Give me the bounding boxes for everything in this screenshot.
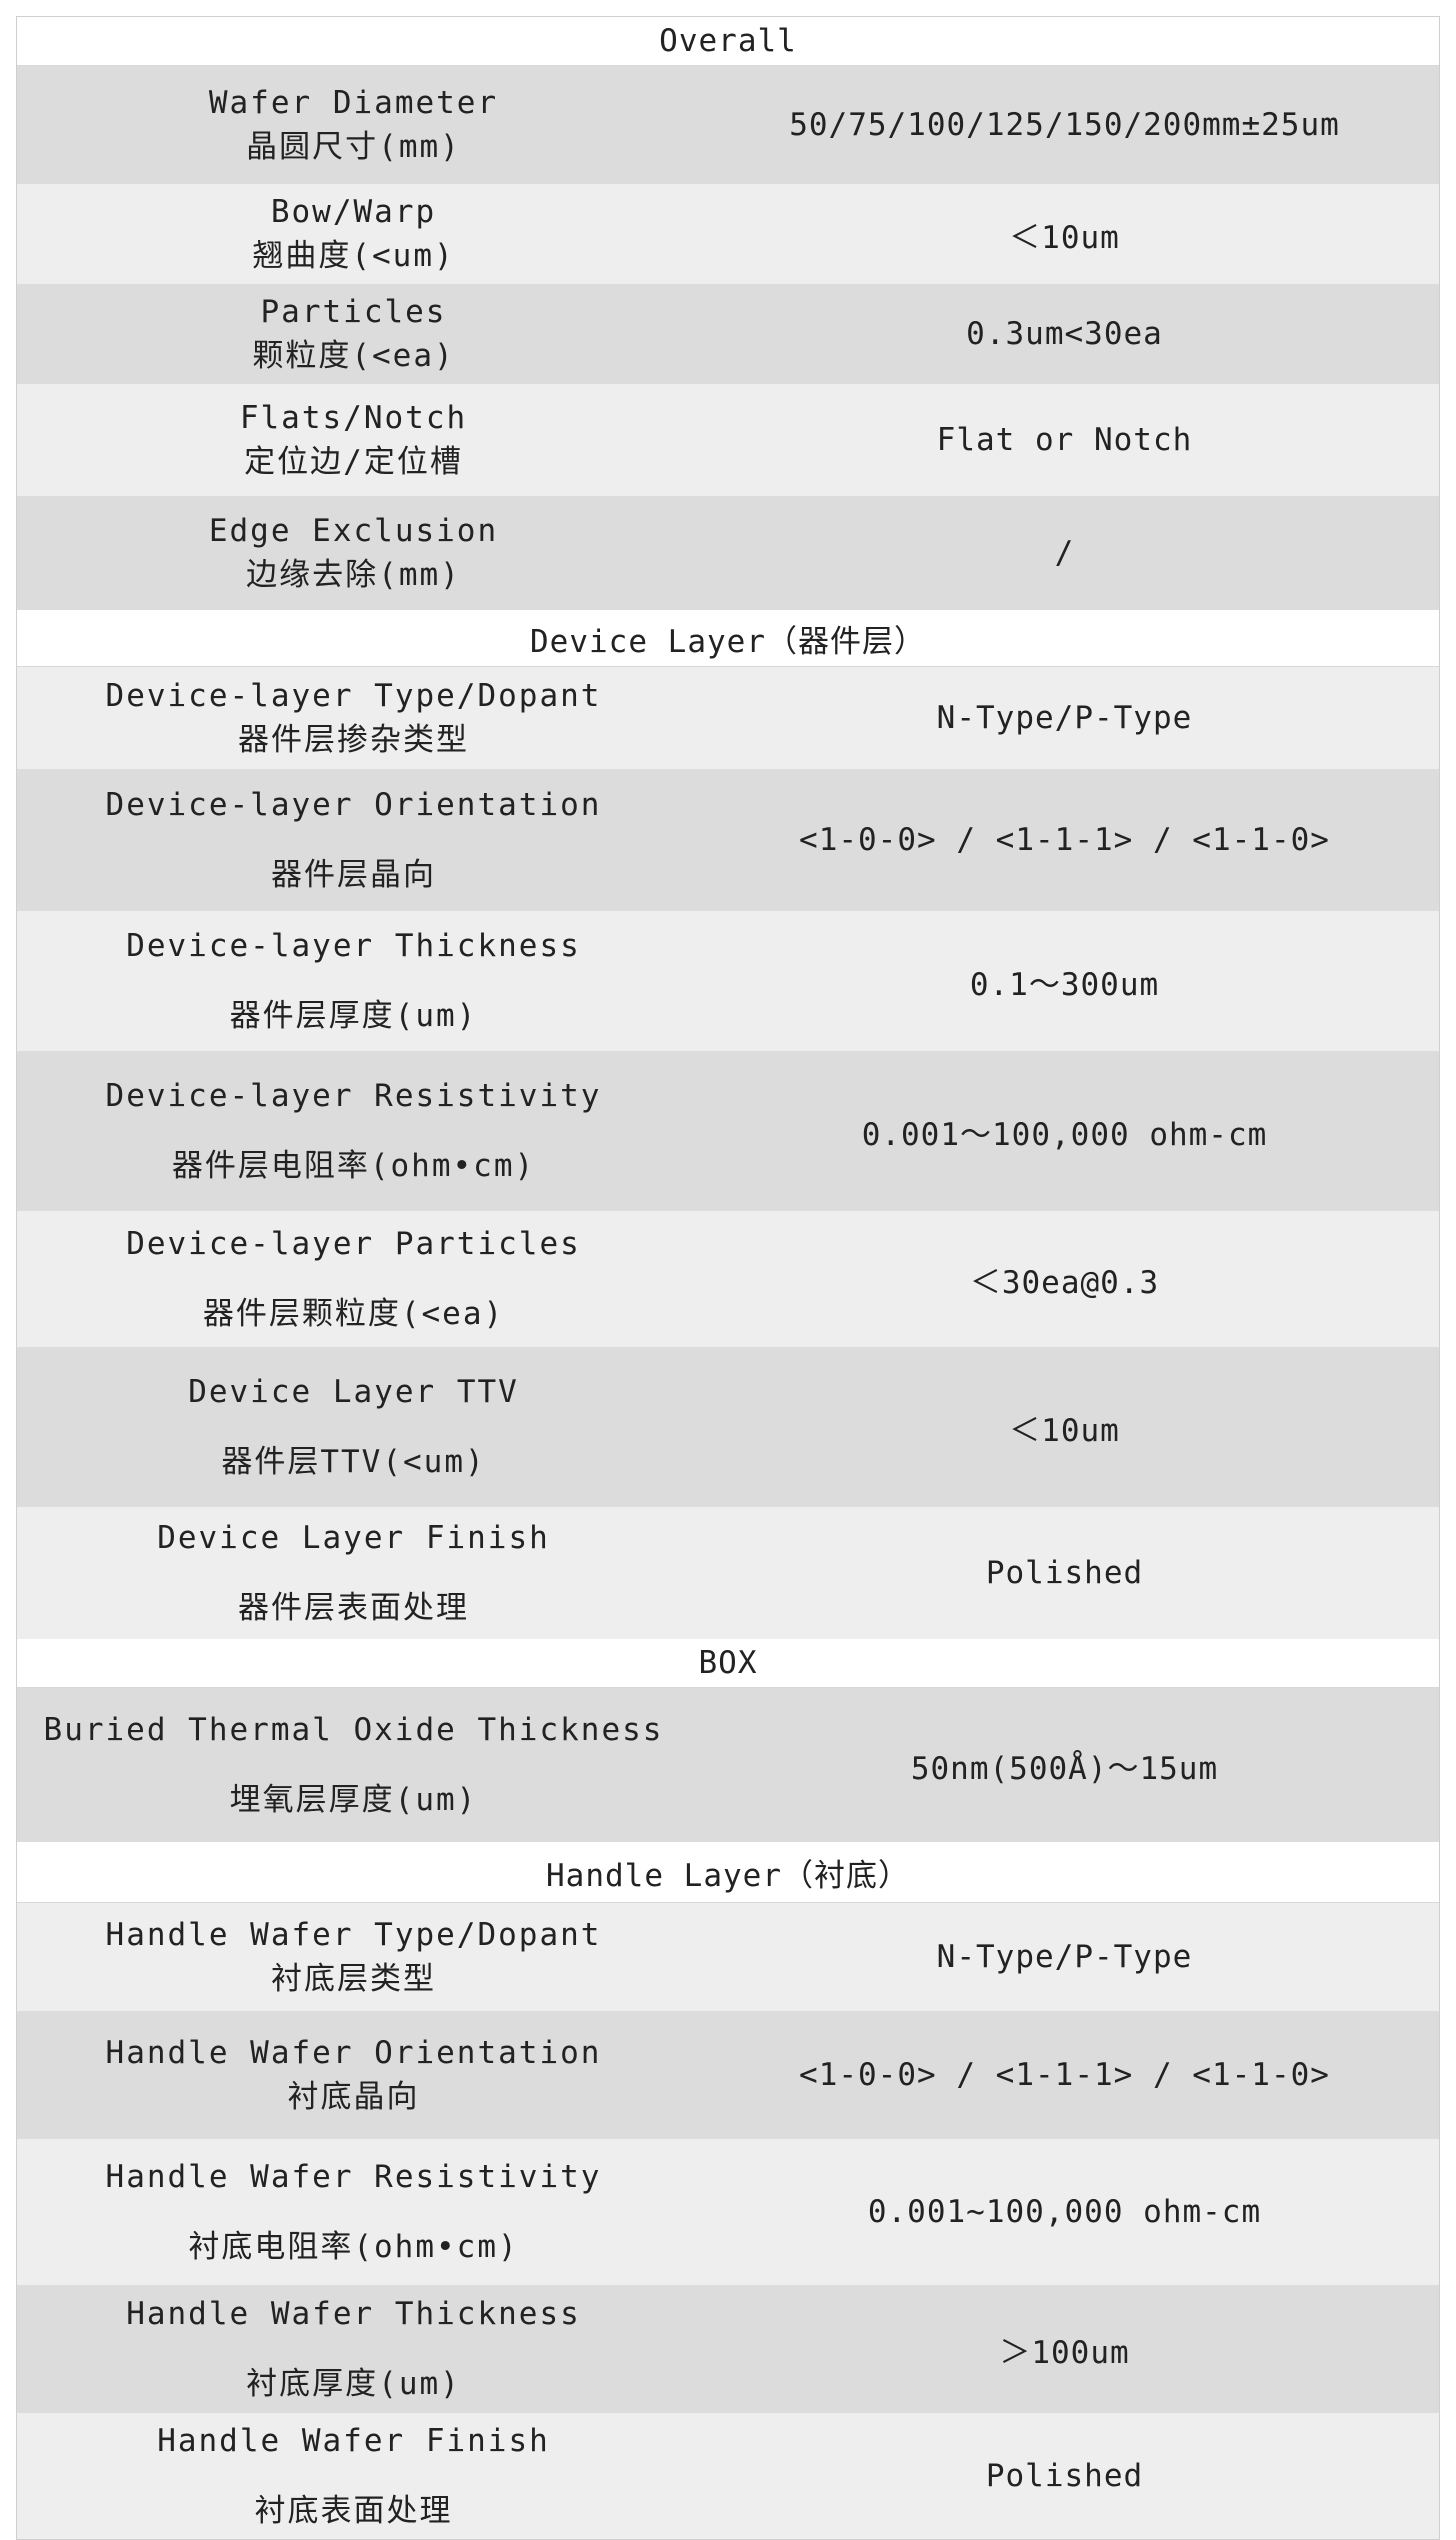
table-row: Handle Wafer Type/Dopant 衬底层类型 N-Type/P-… <box>17 1903 1439 2011</box>
row-label: Device-layer Thickness 器件层厚度(um) <box>17 926 690 1037</box>
label-cn: 器件层颗粒度(<ea) <box>202 1296 505 1332</box>
label-en: Bow/Warp <box>270 193 437 230</box>
row-value: <1-0-0> / <1-1-1> / <1-1-0> <box>799 2057 1330 2093</box>
spec-table: Overall Wafer Diameter 晶圆尺寸(mm) 50/75/10… <box>16 16 1440 2540</box>
label-en: Wafer Diameter <box>208 84 499 121</box>
row-value: N-Type/P-Type <box>936 700 1193 736</box>
row-label: Device Layer TTV 器件层TTV(<um) <box>17 1372 690 1483</box>
table-row: Handle Wafer Thickness 衬底厚度(um) ＞100um <box>17 2285 1439 2413</box>
row-value: ＞100um <box>999 2334 1130 2371</box>
label-cn: 器件层表面处理 <box>238 1590 469 1626</box>
row-value: ＜30ea@0.3 <box>969 1264 1160 1301</box>
row-value: N-Type/P-Type <box>936 1939 1193 1975</box>
label-cn: 器件层掺杂类型 <box>238 722 469 758</box>
row-value: 50/75/100/125/150/200mm±25um <box>789 107 1340 143</box>
label-cn: 翘曲度(<um) <box>252 238 455 274</box>
table-row: Buried Thermal Oxide Thickness 埋氧层厚度(um)… <box>17 1688 1439 1842</box>
label-en: Device Layer TTV <box>188 1373 519 1410</box>
table-row: Particles 颗粒度(<ea) 0.3um<30ea <box>17 284 1439 384</box>
table-row: Flats/Notch 定位边/定位槽 Flat or Notch <box>17 384 1439 496</box>
section-header-handle-layer: Handle Layer（衬底） <box>17 1842 1439 1903</box>
label-en: Device Layer Finish <box>157 1519 550 1556</box>
label-cn: 衬底层类型 <box>271 1961 436 1997</box>
label-cn: 颗粒度(<ea) <box>252 338 455 374</box>
table-row: Device-layer Type/Dopant 器件层掺杂类型 N-Type/… <box>17 667 1439 769</box>
row-label: Handle Wafer Finish 衬底表面处理 <box>17 2421 690 2532</box>
label-en: Handle Wafer Orientation <box>105 2034 602 2071</box>
row-label: Edge Exclusion 边缘去除(mm) <box>17 511 690 596</box>
row-label: Device-layer Resistivity 器件层电阻率(ohm•cm) <box>17 1076 690 1187</box>
row-value: / <box>1054 535 1075 571</box>
row-value: ＜10um <box>1009 1412 1120 1449</box>
table-row: Edge Exclusion 边缘去除(mm) / <box>17 496 1439 610</box>
row-label: Bow/Warp 翘曲度(<um) <box>17 192 690 277</box>
table-row: Handle Wafer Orientation 衬底晶向 <1-0-0> / … <box>17 2011 1439 2139</box>
label-cn: 衬底电阻率(ohm•cm) <box>188 2229 519 2265</box>
row-value: 0.001～100,000 ohm-cm <box>861 1116 1268 1153</box>
label-cn: 器件层TTV(<um) <box>221 1444 486 1480</box>
label-cn: 衬底晶向 <box>287 2079 420 2115</box>
row-label: Handle Wafer Thickness 衬底厚度(um) <box>17 2294 690 2405</box>
label-en: Handle Wafer Finish <box>157 2422 550 2459</box>
row-label: Wafer Diameter 晶圆尺寸(mm) <box>17 83 690 168</box>
row-value: 50nm(500Å)～15um <box>910 1750 1219 1787</box>
label-cn: 晶圆尺寸(mm) <box>246 129 461 165</box>
row-label: Handle Wafer Orientation 衬底晶向 <box>17 2033 690 2118</box>
row-label: Device Layer Finish 器件层表面处理 <box>17 1518 690 1629</box>
label-en: Particles <box>260 293 447 330</box>
row-value: 0.001~100,000 ohm-cm <box>867 2194 1262 2230</box>
row-value: ＜10um <box>1009 219 1120 256</box>
row-label: Flats/Notch 定位边/定位槽 <box>17 398 690 483</box>
row-label: Handle Wafer Resistivity 衬底电阻率(ohm•cm) <box>17 2157 690 2268</box>
table-row: Device Layer TTV 器件层TTV(<um) ＜10um <box>17 1347 1439 1507</box>
label-en: Handle Wafer Resistivity <box>105 2158 602 2195</box>
table-row: Device-layer Particles 器件层颗粒度(<ea) ＜30ea… <box>17 1211 1439 1347</box>
label-en: Device-layer Resistivity <box>105 1077 602 1114</box>
label-cn: 边缘去除(mm) <box>246 557 461 593</box>
row-value: <1-0-0> / <1-1-1> / <1-1-0> <box>799 822 1330 858</box>
label-en: Device-layer Orientation <box>105 786 602 823</box>
label-cn: 器件层晶向 <box>271 857 436 893</box>
row-value: Polished <box>985 1555 1144 1591</box>
row-label: Device-layer Type/Dopant 器件层掺杂类型 <box>17 676 690 761</box>
row-label: Device-layer Particles 器件层颗粒度(<ea) <box>17 1224 690 1335</box>
section-header-box: BOX <box>17 1639 1439 1688</box>
row-label: Particles 颗粒度(<ea) <box>17 292 690 377</box>
row-value: Flat or Notch <box>936 422 1193 458</box>
label-cn: 衬底表面处理 <box>254 2493 453 2529</box>
label-en: Edge Exclusion <box>208 512 499 549</box>
table-row: Device-layer Orientation 器件层晶向 <1-0-0> /… <box>17 769 1439 911</box>
table-row: Handle Wafer Resistivity 衬底电阻率(ohm•cm) 0… <box>17 2139 1439 2285</box>
table-row: Device-layer Resistivity 器件层电阻率(ohm•cm) … <box>17 1051 1439 1211</box>
label-cn: 器件层厚度(um) <box>229 998 478 1034</box>
table-row: Wafer Diameter 晶圆尺寸(mm) 50/75/100/125/15… <box>17 66 1439 184</box>
label-en: Device-layer Thickness <box>126 927 581 964</box>
section-header-overall: Overall <box>17 17 1439 66</box>
row-label: Handle Wafer Type/Dopant 衬底层类型 <box>17 1915 690 2000</box>
table-row: Device-layer Thickness 器件层厚度(um) 0.1～300… <box>17 911 1439 1051</box>
label-en: Flats/Notch <box>239 399 468 436</box>
label-en: Device-layer Type/Dopant <box>105 677 602 714</box>
table-row: Device Layer Finish 器件层表面处理 Polished <box>17 1507 1439 1639</box>
row-label: Buried Thermal Oxide Thickness 埋氧层厚度(um) <box>17 1710 690 1821</box>
section-header-device-layer: Device Layer（器件层） <box>17 610 1439 667</box>
label-cn: 埋氧层厚度(um) <box>229 1782 478 1818</box>
row-value: Polished <box>985 2458 1144 2494</box>
label-cn: 衬底厚度(um) <box>246 2366 461 2402</box>
label-en: Handle Wafer Type/Dopant <box>105 1916 602 1953</box>
label-cn: 器件层电阻率(ohm•cm) <box>171 1148 536 1184</box>
row-value: 0.1～300um <box>969 966 1160 1003</box>
table-row: Bow/Warp 翘曲度(<um) ＜10um <box>17 184 1439 284</box>
row-value: 0.3um<30ea <box>966 316 1163 352</box>
label-cn: 定位边/定位槽 <box>244 444 463 480</box>
label-en: Buried Thermal Oxide Thickness <box>43 1711 664 1748</box>
label-en: Handle Wafer Thickness <box>126 2295 581 2332</box>
label-en: Device-layer Particles <box>126 1225 581 1262</box>
table-row: Handle Wafer Finish 衬底表面处理 Polished <box>17 2413 1439 2539</box>
row-label: Device-layer Orientation 器件层晶向 <box>17 785 690 896</box>
